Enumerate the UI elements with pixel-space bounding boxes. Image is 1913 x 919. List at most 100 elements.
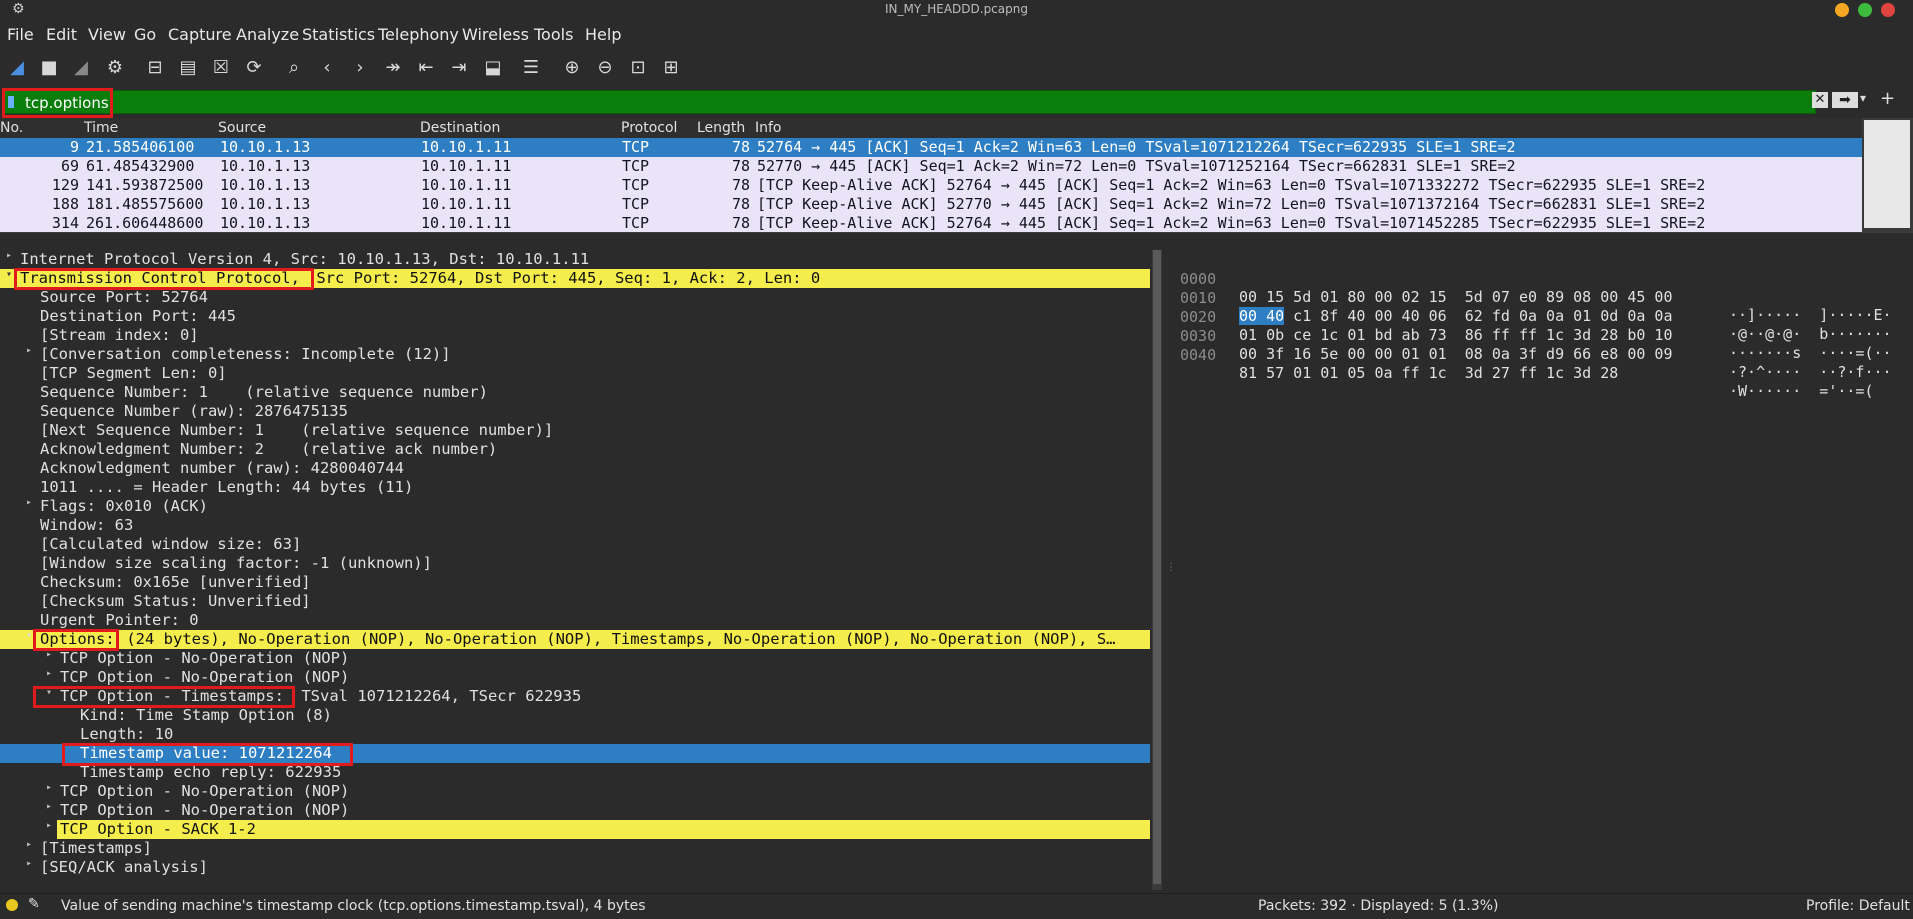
- tree-item-tsval[interactable]: Timestamp value: 1071212264: [0, 744, 1150, 763]
- hex-row[interactable]: 0030 00 3f 16 5e 00 00 01 01 08 0a 3f d9…: [1176, 309, 1892, 381]
- expand-arrow-icon[interactable]: ▸: [26, 839, 32, 850]
- packet-row[interactable]: 188 181.485575600 10.10.1.13 10.10.1.11 …: [0, 195, 1862, 214]
- expert-info-icon[interactable]: [6, 899, 18, 911]
- auto-scroll-icon[interactable]: ⬓: [481, 55, 505, 79]
- col-protocol[interactable]: Protocol: [621, 120, 677, 136]
- tree-item-window[interactable]: Window: 63: [0, 516, 1150, 535]
- restart-capture-icon[interactable]: ◢: [69, 55, 93, 79]
- edit-comment-icon[interactable]: ✎: [28, 896, 40, 912]
- menu-edit[interactable]: Edit: [46, 25, 77, 44]
- capture-options-icon[interactable]: ⚙: [103, 55, 127, 79]
- menu-telephony[interactable]: Telephony: [378, 25, 459, 44]
- display-filter-input[interactable]: tcp.options: [2, 90, 1816, 114]
- menu-analyze[interactable]: Analyze: [236, 25, 299, 44]
- profile-selector[interactable]: Profile: Default: [1806, 898, 1910, 914]
- add-filter-button-icon[interactable]: +: [1880, 88, 1895, 109]
- go-forward-icon[interactable]: ›: [348, 55, 372, 79]
- tree-item-header-length[interactable]: 1011 .... = Header Length: 44 bytes (11): [0, 478, 1150, 497]
- close-file-icon[interactable]: ☒: [209, 55, 233, 79]
- colorize-icon[interactable]: ☰: [519, 55, 543, 79]
- scroll-thumb[interactable]: [1864, 120, 1910, 228]
- minimize-button[interactable]: [1835, 3, 1849, 17]
- tree-item-tcp[interactable]: ▾ Transmission Control Protocol, Src Por…: [0, 269, 1150, 288]
- packet-row[interactable]: 314 261.606448600 10.10.1.13 10.10.1.11 …: [0, 214, 1862, 232]
- hex-row[interactable]: 0010 00 40 c1 8f 40 00 40 06 62 fd 0a 0a…: [1176, 271, 1892, 343]
- tree-item-seglen[interactable]: [TCP Segment Len: 0]: [0, 364, 1150, 383]
- menu-go[interactable]: Go: [134, 25, 156, 44]
- tree-item-src-port[interactable]: Source Port: 52764: [0, 288, 1150, 307]
- menu-view[interactable]: View: [88, 25, 126, 44]
- menu-tools[interactable]: Tools: [534, 25, 573, 44]
- zoom-out-icon[interactable]: ⊖: [593, 55, 617, 79]
- tree-item-calc-window[interactable]: [Calculated window size: 63]: [0, 535, 1150, 554]
- hex-row[interactable]: 0020 01 0b ce 1c 01 bd ab 73 86 ff ff 1c…: [1176, 290, 1892, 362]
- col-destination[interactable]: Destination: [420, 120, 500, 136]
- collapse-arrow-icon[interactable]: ▾: [6, 269, 12, 280]
- first-packet-icon[interactable]: ⇤: [414, 55, 438, 79]
- tree-item-option-nop[interactable]: ▸ TCP Option - No-Operation (NOP): [0, 782, 1150, 801]
- scroll-thumb[interactable]: [1153, 250, 1161, 884]
- tree-item-tsecr[interactable]: Timestamp echo reply: 622935: [0, 763, 1150, 782]
- zoom-in-icon[interactable]: ⊕: [560, 55, 584, 79]
- expand-arrow-icon[interactable]: ▸: [26, 345, 32, 356]
- tree-item-next-seq[interactable]: [Next Sequence Number: 1 (relative seque…: [0, 421, 1150, 440]
- hex-row[interactable]: 0040 81 57 01 01 05 0a ff 1c 3d 27 ff 1c…: [1176, 328, 1874, 400]
- tree-item-flags[interactable]: ▸ Flags: 0x010 (ACK): [0, 497, 1150, 516]
- tree-item-seqack-analysis[interactable]: ▸ [SEQ/ACK analysis]: [0, 858, 1150, 877]
- reload-file-icon[interactable]: ⟳: [242, 55, 266, 79]
- menu-help[interactable]: Help: [585, 25, 621, 44]
- tree-item-ip[interactable]: ▸ Internet Protocol Version 4, Src: 10.1…: [0, 250, 1150, 269]
- tree-item-checksum[interactable]: Checksum: 0x165e [unverified]: [0, 573, 1150, 592]
- save-file-icon[interactable]: ▤: [176, 55, 200, 79]
- bookmark-icon[interactable]: [8, 96, 14, 108]
- apply-filter-icon[interactable]: ➡: [1832, 92, 1858, 108]
- menu-statistics[interactable]: Statistics: [302, 25, 375, 44]
- collapse-arrow-icon[interactable]: ▾: [26, 630, 32, 641]
- packet-list-scrollbar[interactable]: [1862, 118, 1913, 232]
- tree-item-option-sack[interactable]: ▸ TCP Option - SACK 1-2: [0, 820, 1150, 839]
- col-source[interactable]: Source: [218, 120, 266, 136]
- clear-filter-icon[interactable]: ✕: [1812, 92, 1828, 108]
- tree-item-checksum-status[interactable]: [Checksum Status: Unverified]: [0, 592, 1150, 611]
- find-packet-icon[interactable]: ⌕: [282, 55, 306, 79]
- expand-arrow-icon[interactable]: ▸: [46, 668, 52, 679]
- tree-item-win-scale[interactable]: [Window size scaling factor: -1 (unknown…: [0, 554, 1150, 573]
- col-no[interactable]: No.: [0, 120, 23, 136]
- col-time[interactable]: Time: [84, 120, 118, 136]
- tree-item-timestamps[interactable]: ▸ [Timestamps]: [0, 839, 1150, 858]
- expand-arrow-icon[interactable]: ▸: [26, 497, 32, 508]
- pane-splitter-horizontal[interactable]: [0, 232, 1913, 251]
- col-length[interactable]: Length: [697, 120, 745, 136]
- tree-item-seq-raw[interactable]: Sequence Number (raw): 2876475135: [0, 402, 1150, 421]
- expand-arrow-icon[interactable]: ▸: [46, 649, 52, 660]
- go-back-icon[interactable]: ‹: [315, 55, 339, 79]
- tree-item-option-nop[interactable]: ▸ TCP Option - No-Operation (NOP): [0, 801, 1150, 820]
- tree-item-ts-length[interactable]: Length: 10: [0, 725, 1150, 744]
- expand-arrow-icon[interactable]: ▸: [26, 858, 32, 869]
- menu-file[interactable]: File: [7, 25, 34, 44]
- tree-item-option-timestamps[interactable]: ▾ TCP Option - Timestamps: TSval 1071212…: [0, 687, 1150, 706]
- expand-arrow-icon[interactable]: ▸: [6, 250, 12, 261]
- tree-item-option-nop[interactable]: ▸ TCP Option - No-Operation (NOP): [0, 668, 1150, 687]
- start-capture-icon[interactable]: ◢: [5, 55, 29, 79]
- tree-item-dst-port[interactable]: Destination Port: 445: [0, 307, 1150, 326]
- packet-row[interactable]: 69 61.485432900 10.10.1.13 10.10.1.11 TC…: [0, 157, 1862, 176]
- tree-item-ts-kind[interactable]: Kind: Time Stamp Option (8): [0, 706, 1150, 725]
- last-packet-icon[interactable]: ⇥: [447, 55, 471, 79]
- tree-item-seq[interactable]: Sequence Number: 1 (relative sequence nu…: [0, 383, 1150, 402]
- tree-item-urgent[interactable]: Urgent Pointer: 0: [0, 611, 1150, 630]
- tree-item-ack-raw[interactable]: Acknowledgment number (raw): 4280040744: [0, 459, 1150, 478]
- tree-item-option-nop[interactable]: ▸ TCP Option - No-Operation (NOP): [0, 649, 1150, 668]
- packet-row[interactable]: 9 21.585406100 10.10.1.13 10.10.1.11 TCP…: [0, 138, 1862, 157]
- tree-item-ack[interactable]: Acknowledgment Number: 2 (relative ack n…: [0, 440, 1150, 459]
- go-to-packet-icon[interactable]: ↠: [381, 55, 405, 79]
- tree-item-stream[interactable]: [Stream index: 0]: [0, 326, 1150, 345]
- col-info[interactable]: Info: [755, 120, 782, 136]
- expand-arrow-icon[interactable]: ▸: [46, 820, 52, 831]
- pane-splitter-vertical[interactable]: ⋮: [1162, 250, 1176, 890]
- hex-row[interactable]: 0000 00 15 5d 01 80 00 02 15 5d 07 e0 89…: [1176, 252, 1892, 324]
- collapse-arrow-icon[interactable]: ▾: [46, 687, 52, 698]
- expand-arrow-icon[interactable]: ▸: [46, 801, 52, 812]
- normal-size-icon[interactable]: ⊡: [626, 55, 650, 79]
- tree-item-conversation[interactable]: ▸ [Conversation completeness: Incomplete…: [0, 345, 1150, 364]
